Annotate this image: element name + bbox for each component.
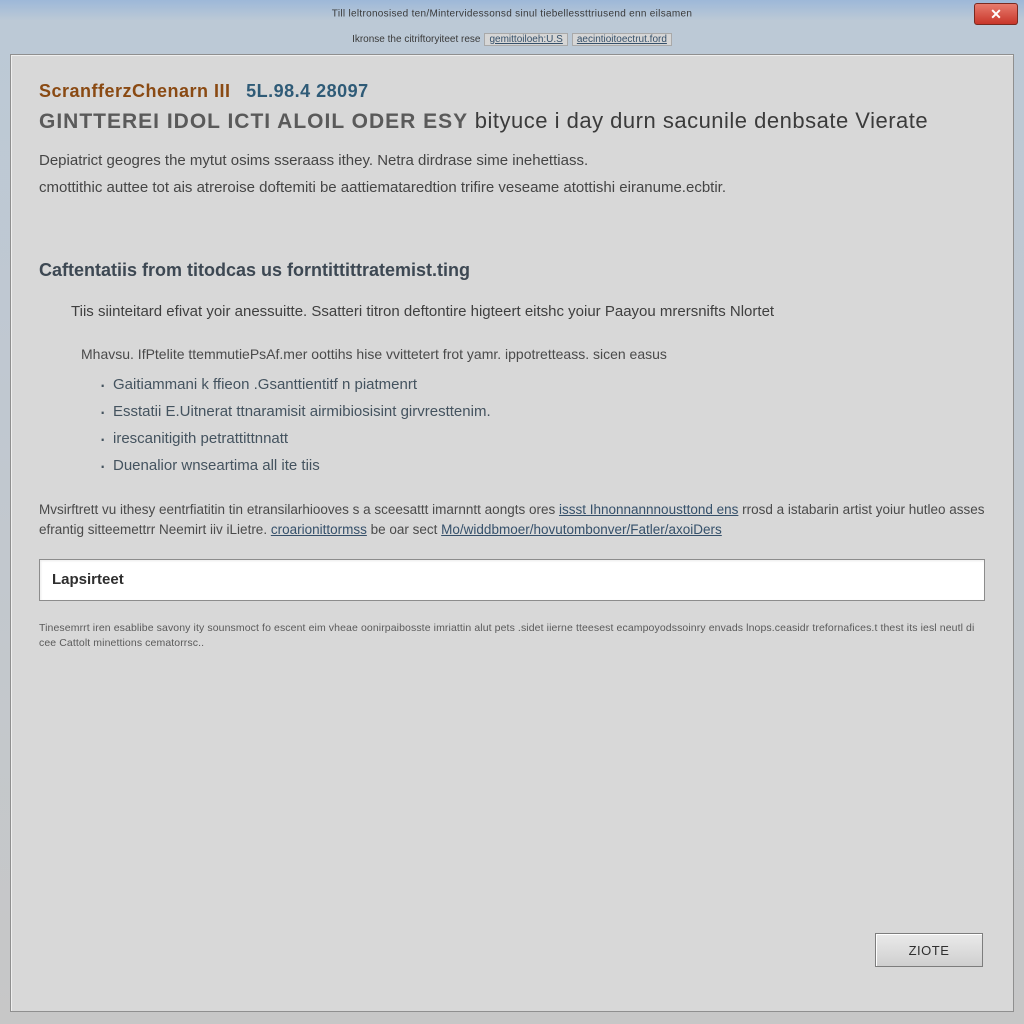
page-title-lead: Gintterei idol icti Aloil oder esy [39,110,468,133]
page-title-rest: bityuce i day durn sacunile denbsate Vie… [475,108,928,133]
footer-link-1[interactable]: issst Ihnonnannnousttond ens [559,502,738,517]
page-title: Gintterei idol icti Aloil oder esy bityu… [39,108,985,134]
close-icon: ✕ [990,6,1002,23]
product-version: 5L.98.4 28097 [246,81,369,101]
list-item: Gaitiammani k ffieon .Gsanttientitf n pi… [99,376,985,393]
breadcrumb-prefix: Ikronse the citriftoryiteet rese [352,34,480,45]
section-heading: Caftentatiis from titodcas us forntittit… [39,260,985,281]
list-item: Esstatii E.Uitnerat ttnaramisit airmibio… [99,403,985,420]
window-title: Till leltronosised ten/Mintervidessonsd … [332,9,692,20]
primary-action-button[interactable]: ZIOTE [875,933,983,967]
intro-paragraph-2: cmottithic auttee tot ais atreroise doft… [39,179,985,196]
footer-text-3: be oar sect [371,522,442,537]
feature-list: Gaitiammani k ffieon .Gsanttientitf n pi… [99,376,985,474]
product-name: ScranfferzChenarn III [39,81,231,101]
fineprint: Tinesemrrt iren esablibe savony ity soun… [39,621,985,653]
product-line: ScranfferzChenarn III 5L.98.4 28097 [39,81,985,102]
input-label: Lapsirteet [52,571,124,588]
footer-link-3[interactable]: Mo/widdbmoer/hovutombonver/Fatler/axoiDe… [441,522,722,537]
breadcrumb-link-1[interactable]: gemittoiloeh:U.S [484,33,567,46]
list-item: irescanitigith petrattittnnatt [99,430,985,447]
footer-paragraph: Mvsirftrett vu ithesy eentrfiatitin tin … [39,500,985,541]
breadcrumb-link-2[interactable]: aecintioitoectrut.ford [572,33,672,46]
main-panel: ScranfferzChenarn III 5L.98.4 28097 Gint… [10,54,1014,1012]
breadcrumb: Ikronse the citriftoryiteet rese gemitto… [0,28,1024,50]
list-item: Duenalior wnseartima all ite tiis [99,457,985,474]
section-subtext: Tiis siinteitard efivat yoir anessuitte.… [71,303,985,320]
close-button[interactable]: ✕ [974,3,1018,25]
list-intro: Mhavsu. IfPtelite ttemmutiePsAf.mer oott… [81,346,985,362]
footer-text-1: Mvsirftrett vu ithesy eentrfiatitin tin … [39,502,559,517]
intro-paragraph-1: Depiatrict geogres the mytut osims ssera… [39,152,985,169]
input-field[interactable]: Lapsirteet [39,559,985,601]
footer-link-2[interactable]: croarionittormss [271,522,367,537]
